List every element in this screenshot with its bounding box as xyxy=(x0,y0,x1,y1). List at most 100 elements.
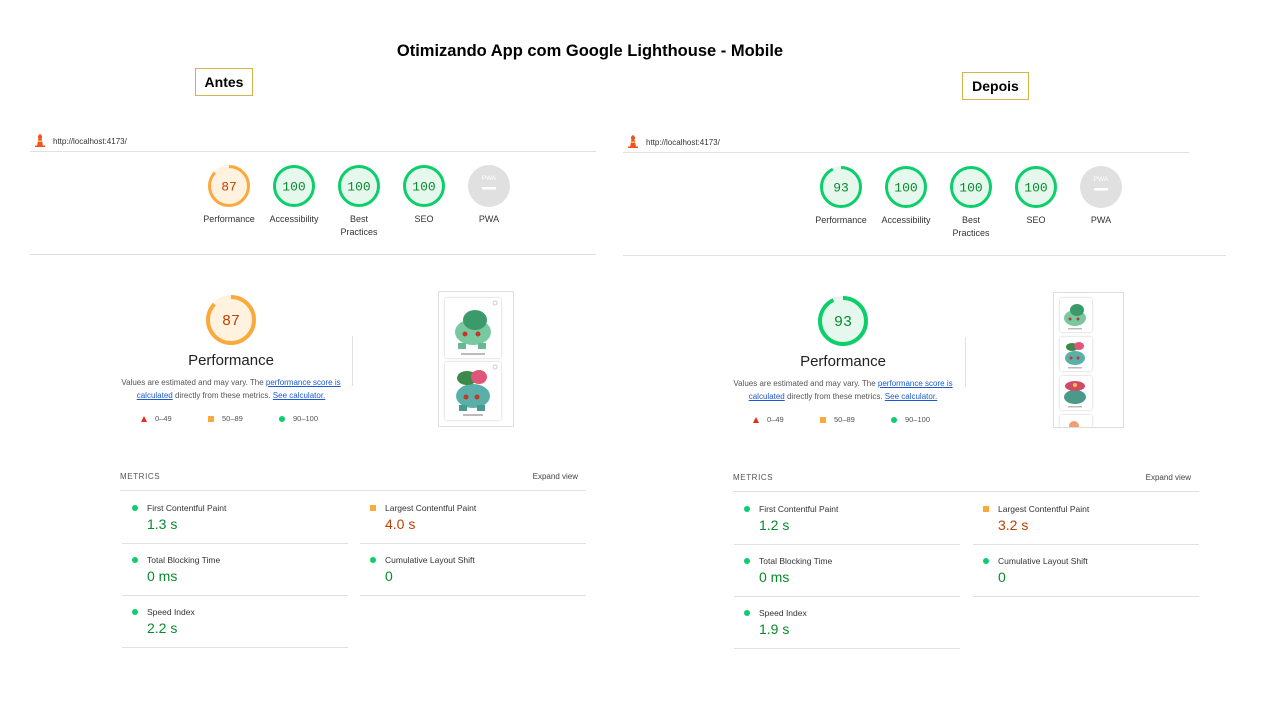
description-text: Values are estimated and may vary. The xyxy=(733,379,878,388)
gauge-pwa[interactable]: PWA PWA xyxy=(456,164,522,226)
gauge-label: Accessibility xyxy=(881,215,931,225)
legend-label: 90–100 xyxy=(293,414,319,423)
metric-value: 4.0 s xyxy=(385,516,416,532)
url-bar: http://localhost:4173/ xyxy=(623,129,1189,153)
average-square-icon xyxy=(983,506,989,512)
pass-dot-icon xyxy=(983,558,989,564)
gauge-score: 93 xyxy=(834,314,852,331)
metrics-title: METRICS xyxy=(120,472,161,481)
gauge-score: 87 xyxy=(222,313,240,330)
metrics-header: METRICS Expand view xyxy=(733,471,1199,492)
metric-first-contentful-paint: First Contentful Paint 1.3 s xyxy=(122,492,348,544)
after-label: Depois xyxy=(962,72,1029,100)
gauge-best-practices[interactable]: 100 Best Practices xyxy=(326,164,392,239)
lighthouse-logo-icon xyxy=(628,134,638,148)
metric-name: Speed Index xyxy=(759,608,807,618)
circle-icon xyxy=(279,415,285,422)
section-divider xyxy=(623,255,1226,256)
gauge-best-practices[interactable]: 100 Best Practices xyxy=(938,165,1004,240)
pass-dot-icon xyxy=(744,558,750,564)
page-screenshot-thumbnail xyxy=(438,291,514,427)
square-icon xyxy=(208,415,214,422)
metric-total-blocking-time: Total Blocking Time 0 ms xyxy=(734,545,960,597)
legend-label: 50–89 xyxy=(834,415,855,424)
performance-score-gauge: 87 xyxy=(205,294,257,351)
lighthouse-logo-icon xyxy=(35,133,45,147)
metric-speed-index: Speed Index 2.2 s xyxy=(122,596,348,648)
metric-value: 1.9 s xyxy=(759,621,790,637)
legend-label: 0–49 xyxy=(767,415,784,424)
triangle-icon xyxy=(753,416,759,423)
circle-icon xyxy=(891,416,897,423)
expand-view-button[interactable]: Expand view xyxy=(1146,473,1191,482)
see-calculator-link[interactable]: See calculator. xyxy=(273,391,325,400)
pokemon-card-image xyxy=(1060,337,1092,371)
metric-name: Largest Contentful Paint xyxy=(385,503,477,513)
pokemon-card-image xyxy=(1060,415,1092,427)
gauge-label: PWA xyxy=(478,214,500,224)
metric-name: Speed Index xyxy=(147,607,195,617)
gauge-accessibility[interactable]: 100 Accessibility xyxy=(873,165,939,227)
metric-name: Cumulative Layout Shift xyxy=(998,556,1088,566)
pokemon-card-image xyxy=(445,362,501,420)
expand-view-button[interactable]: Expand view xyxy=(533,472,578,481)
metric-first-contentful-paint: First Contentful Paint 1.2 s xyxy=(734,493,960,545)
legend-fail: 0–49 xyxy=(753,415,784,424)
gauge-accessibility[interactable]: 100 Accessibility xyxy=(261,164,327,226)
pwa-dash-icon: PWA xyxy=(468,165,510,207)
url-text[interactable]: http://localhost:4173/ xyxy=(53,137,127,146)
vertical-divider xyxy=(965,337,966,387)
legend-label: 50–89 xyxy=(222,414,243,423)
score-legend: 0–49 50–89 90–100 xyxy=(750,415,950,427)
after-report: http://localhost:4173/ 93 Performance 10… xyxy=(623,129,1226,669)
gauge-pwa[interactable]: PWA PWA xyxy=(1068,165,1134,227)
pass-dot-icon xyxy=(132,557,138,563)
page-screenshot-thumbnail xyxy=(1053,292,1124,428)
metric-name: First Contentful Paint xyxy=(147,503,227,513)
pokemon-card-image xyxy=(1060,376,1092,410)
metric-value: 0 ms xyxy=(147,568,178,584)
performance-score-gauge: 93 xyxy=(817,295,869,352)
legend-average: 50–89 xyxy=(208,414,243,423)
score-legend: 0–49 50–89 90–100 xyxy=(138,414,338,426)
legend-pass: 90–100 xyxy=(279,414,318,423)
svg-text:PWA: PWA xyxy=(1094,176,1109,183)
gauge-label: Best Practices xyxy=(340,214,378,237)
gauge-label: PWA xyxy=(1090,215,1112,225)
square-icon xyxy=(820,416,826,423)
gauge-seo[interactable]: 100 SEO xyxy=(391,164,457,226)
category-gauges: 93 Performance 100 Accessibility 100 Bes… xyxy=(808,165,1128,255)
gauge-label: Performance xyxy=(815,215,867,225)
gauge-label: SEO xyxy=(414,214,434,224)
metric-speed-index: Speed Index 1.9 s xyxy=(734,597,960,649)
average-square-icon xyxy=(370,505,376,511)
performance-title: Performance xyxy=(188,352,274,369)
metric-name: Largest Contentful Paint xyxy=(998,504,1090,514)
performance-description: Values are estimated and may vary. The p… xyxy=(732,377,954,403)
metric-total-blocking-time: Total Blocking Time 0 ms xyxy=(122,544,348,596)
svg-text:PWA: PWA xyxy=(482,175,497,182)
pass-dot-icon xyxy=(132,609,138,615)
metric-value: 1.3 s xyxy=(147,516,178,532)
before-report: http://localhost:4173/ 87 Performance 10… xyxy=(30,128,596,668)
pass-dot-icon xyxy=(744,506,750,512)
metric-value: 2.2 s xyxy=(147,620,178,636)
gauge-seo[interactable]: 100 SEO xyxy=(1003,165,1069,227)
gauge-performance[interactable]: 87 Performance xyxy=(196,164,262,226)
metrics-title: METRICS xyxy=(733,473,774,482)
metric-name: Total Blocking Time xyxy=(147,555,221,565)
gauge-performance[interactable]: 93 Performance xyxy=(808,165,874,227)
metric-name: First Contentful Paint xyxy=(759,504,839,514)
metric-name: Total Blocking Time xyxy=(759,556,833,566)
description-text: directly from these metrics. xyxy=(172,391,273,400)
gauge-score: 100 xyxy=(347,180,370,195)
gauge-label: Best Practices xyxy=(952,215,990,238)
pass-dot-icon xyxy=(744,610,750,616)
performance-title: Performance xyxy=(800,353,886,370)
metrics-header: METRICS Expand view xyxy=(120,470,586,491)
url-bar: http://localhost:4173/ xyxy=(30,128,596,152)
gauge-score: 100 xyxy=(282,180,305,195)
url-text[interactable]: http://localhost:4173/ xyxy=(646,138,720,147)
gauge-score: 87 xyxy=(221,180,237,195)
see-calculator-link[interactable]: See calculator. xyxy=(885,392,937,401)
